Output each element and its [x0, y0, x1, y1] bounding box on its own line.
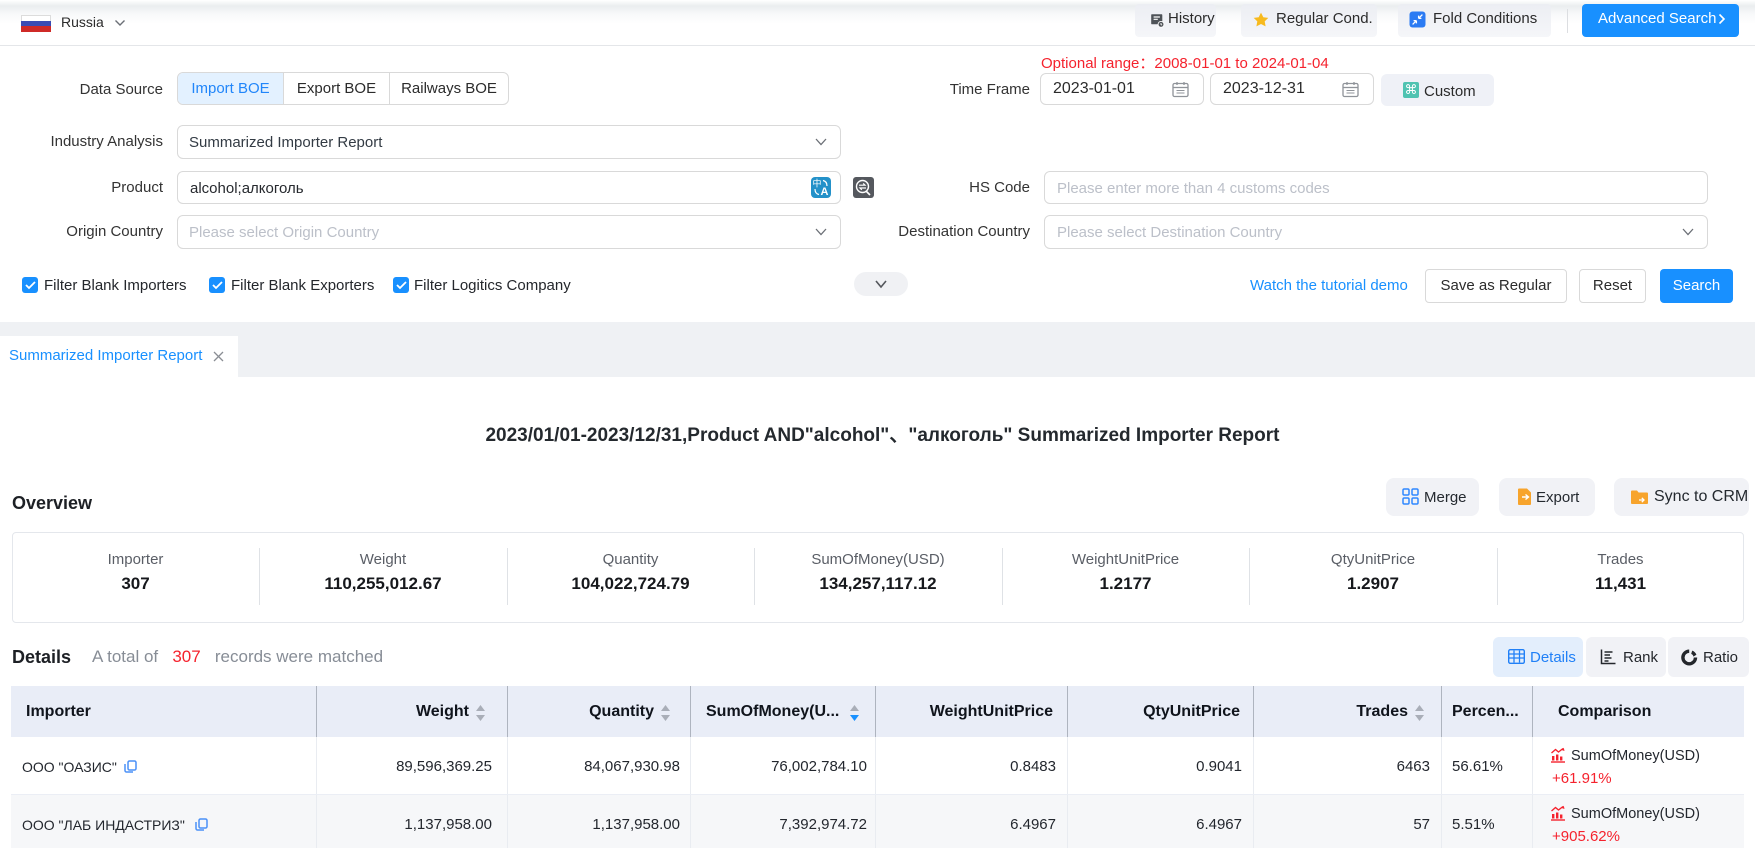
svg-text:A: A — [821, 186, 829, 198]
